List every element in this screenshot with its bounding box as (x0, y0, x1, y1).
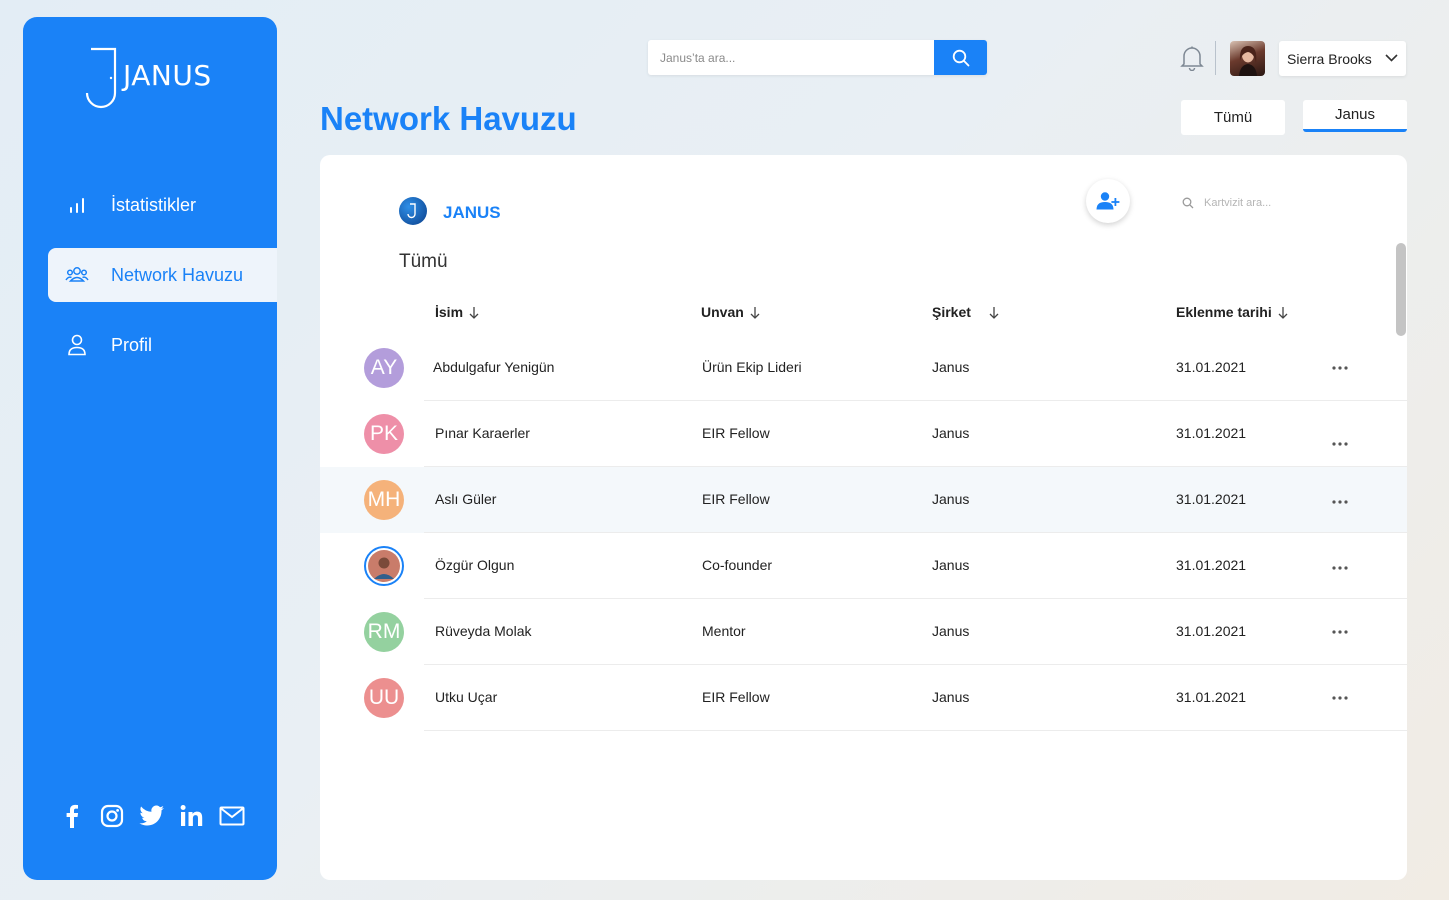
table-row[interactable]: MH Aslı Güler EIR Fellow Janus 31.01.202… (320, 467, 1407, 533)
avatar (364, 546, 404, 586)
bell-icon[interactable] (1180, 45, 1204, 72)
avatar: RM (364, 612, 404, 652)
page-title: Network Havuzu (320, 100, 577, 137)
table-row[interactable]: Özgür Olgun Co-founder Janus 31.01.2021 (320, 533, 1407, 599)
cell-date: 31.01.2021 (1176, 425, 1247, 441)
facebook-icon[interactable] (59, 803, 85, 829)
card-search (1182, 193, 1362, 213)
sidebar: JANUS İstatistikler Network Havuzu Profi… (23, 17, 277, 880)
cell-title: EIR Fellow (702, 491, 770, 507)
more-options-icon[interactable] (1330, 561, 1350, 575)
search-icon (1182, 197, 1194, 209)
cell-date: 31.01.2021 (1176, 359, 1247, 375)
cell-name: Abdulgafur Yenigün (433, 359, 555, 375)
global-search (648, 40, 987, 75)
cell-title: Ürün Ekip Lideri (702, 359, 802, 375)
add-user-icon (1096, 192, 1120, 210)
search-icon (952, 49, 969, 66)
avatar: UU (364, 678, 404, 718)
table-row[interactable]: AY Abdulgafur Yenigün Ürün Ekip Lideri J… (320, 335, 1407, 401)
more-options-icon[interactable] (1330, 361, 1350, 375)
sort-arrow-down-icon (750, 306, 760, 319)
table-row[interactable]: PK Pınar Karaerler EIR Fellow Janus 31.0… (320, 401, 1407, 467)
more-options-icon[interactable] (1330, 495, 1350, 509)
cell-name: Aslı Güler (435, 491, 497, 507)
filter-janus-button[interactable]: Janus (1303, 100, 1407, 132)
user-icon (62, 334, 92, 356)
avatar: MH (364, 480, 404, 520)
cell-date: 31.01.2021 (1176, 689, 1247, 705)
row-divider (424, 730, 1407, 731)
table-row[interactable]: RM Rüveyda Molak Mentor Janus 31.01.2021 (320, 599, 1407, 665)
sidebar-item-label: Profil (111, 334, 153, 355)
janus-logo-icon (399, 197, 427, 225)
sort-arrow-down-icon (989, 306, 999, 319)
sort-arrow-down-icon (1278, 306, 1288, 319)
org-name: JANUS (443, 203, 501, 222)
sidebar-item-label: Network Havuzu (111, 264, 244, 285)
twitter-icon[interactable] (139, 803, 165, 829)
cell-company: Janus (932, 359, 970, 375)
divider (1215, 41, 1216, 75)
cell-company: Janus (932, 425, 970, 441)
user-name: Sierra Brooks (1287, 50, 1372, 67)
more-options-icon[interactable] (1330, 437, 1350, 451)
brand-logo[interactable]: JANUS (85, 45, 225, 111)
cell-title: Mentor (702, 623, 746, 639)
scrollbar[interactable] (1396, 243, 1406, 336)
user-avatar[interactable] (1230, 41, 1265, 76)
column-header-company[interactable]: Şirket (932, 304, 999, 320)
cell-title: Co-founder (702, 557, 773, 573)
add-contact-button[interactable] (1086, 179, 1130, 223)
cell-date: 31.01.2021 (1176, 557, 1247, 573)
column-header-date[interactable]: Eklenme tarihi (1176, 304, 1288, 320)
network-card: JANUS Tümü İsim Unvan Şirket Eklenme tar… (320, 155, 1407, 880)
brand-name: JANUS (123, 59, 212, 92)
profile-photo (368, 550, 400, 582)
table-row[interactable]: UU Utku Uçar EIR Fellow Janus 31.01.2021 (320, 665, 1407, 731)
janus-j-icon (85, 47, 117, 109)
more-options-icon[interactable] (1330, 625, 1350, 639)
cell-company: Janus (932, 491, 970, 507)
cell-company: Janus (932, 689, 970, 705)
cell-name: Utku Uçar (435, 689, 498, 705)
instagram-icon[interactable] (99, 803, 125, 829)
chevron-down-icon (1385, 54, 1398, 62)
sidebar-item-istatistikler[interactable]: İstatistikler (48, 178, 277, 232)
avatar: AY (364, 348, 404, 388)
user-menu-dropdown[interactable]: Sierra Brooks (1279, 41, 1406, 76)
card-search-input[interactable] (1204, 193, 1354, 213)
cell-name: Pınar Karaerler (435, 425, 530, 441)
cell-name: Özgür Olgun (435, 557, 515, 573)
search-button[interactable] (934, 40, 987, 75)
more-options-icon[interactable] (1330, 691, 1350, 705)
column-header-title[interactable]: Unvan (701, 304, 760, 320)
cell-company: Janus (932, 557, 970, 573)
sort-arrow-down-icon (469, 306, 479, 319)
cell-company: Janus (932, 623, 970, 639)
column-header-name[interactable]: İsim (435, 304, 479, 320)
cell-name: Rüveyda Molak (435, 623, 532, 639)
avatar: PK (364, 414, 404, 454)
search-input[interactable] (648, 40, 934, 75)
filter-tumu-button[interactable]: Tümü (1181, 100, 1285, 135)
linkedin-icon[interactable] (179, 803, 205, 829)
cell-title: EIR Fellow (702, 425, 770, 441)
mail-icon[interactable] (219, 803, 245, 829)
sidebar-item-network-havuzu[interactable]: Network Havuzu (48, 248, 277, 302)
bar-chart-icon (62, 195, 92, 215)
cell-date: 31.01.2021 (1176, 623, 1247, 639)
sidebar-item-profil[interactable]: Profil (48, 318, 277, 372)
sidebar-item-label: İstatistikler (111, 194, 197, 215)
cell-date: 31.01.2021 (1176, 491, 1247, 507)
users-icon (62, 265, 92, 285)
cell-title: EIR Fellow (702, 689, 770, 705)
social-links (59, 803, 245, 829)
section-title: Tümü (399, 251, 448, 272)
